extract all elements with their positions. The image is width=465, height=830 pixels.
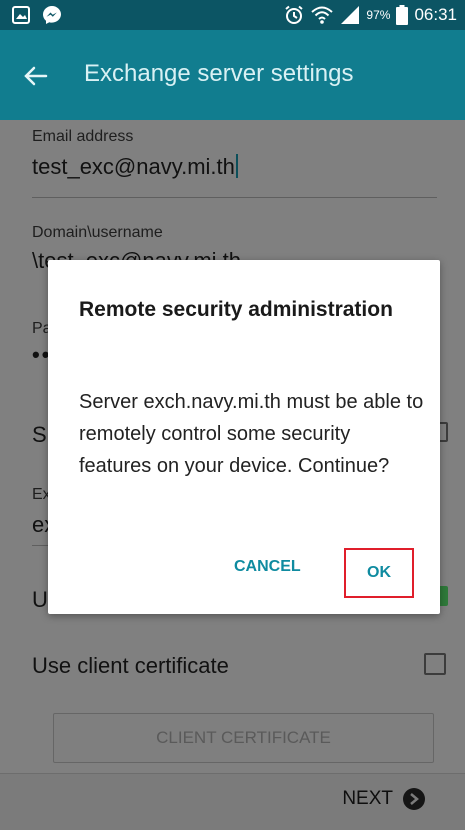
arrow-right-circle-icon <box>403 788 425 810</box>
email-underline <box>32 197 437 198</box>
client-certificate-label: Use client certificate <box>32 653 229 678</box>
signal-icon <box>341 6 360 24</box>
status-left <box>12 5 62 25</box>
dialog-message: Server exch.navy.mi.th must be able to r… <box>79 391 424 477</box>
battery-percent: 97% <box>366 8 391 22</box>
back-arrow-icon[interactable] <box>16 56 56 96</box>
status-bar: 97% 06:31 <box>0 0 465 30</box>
client-certificate-button[interactable]: CLIENT CERTIFICATE <box>53 713 434 763</box>
cancel-button[interactable]: CANCEL <box>234 558 301 576</box>
gallery-icon <box>12 6 30 24</box>
use-ssl-label: U <box>32 587 48 612</box>
ok-button[interactable]: OK <box>344 548 414 598</box>
clock: 06:31 <box>414 5 457 24</box>
email-value: test_exc@navy.mi.th <box>32 154 235 179</box>
battery-icon <box>396 5 409 25</box>
client-certificate-checkbox[interactable] <box>424 653 446 675</box>
bottom-bar: NEXT <box>0 773 465 830</box>
text-cursor <box>235 154 238 178</box>
messenger-icon <box>43 6 61 24</box>
wifi-icon <box>311 6 334 24</box>
email-label: Email address <box>32 128 134 145</box>
app-bar: Exchange server settings <box>0 30 465 120</box>
next-label: NEXT <box>342 788 393 809</box>
dialog-actions: CANCEL OK <box>48 548 440 598</box>
status-right: 97% 06:31 <box>284 4 457 26</box>
page-title: Exchange server settings <box>84 60 354 87</box>
next-button[interactable]: NEXT <box>342 788 425 810</box>
domain-username-label: Domain\username <box>32 224 163 241</box>
dialog-title: Remote security administration <box>79 298 393 321</box>
alarm-icon <box>285 5 304 24</box>
email-field[interactable]: test_exc@navy.mi.th <box>32 154 437 180</box>
remote-security-dialog: Remote security administration Server ex… <box>48 260 440 614</box>
